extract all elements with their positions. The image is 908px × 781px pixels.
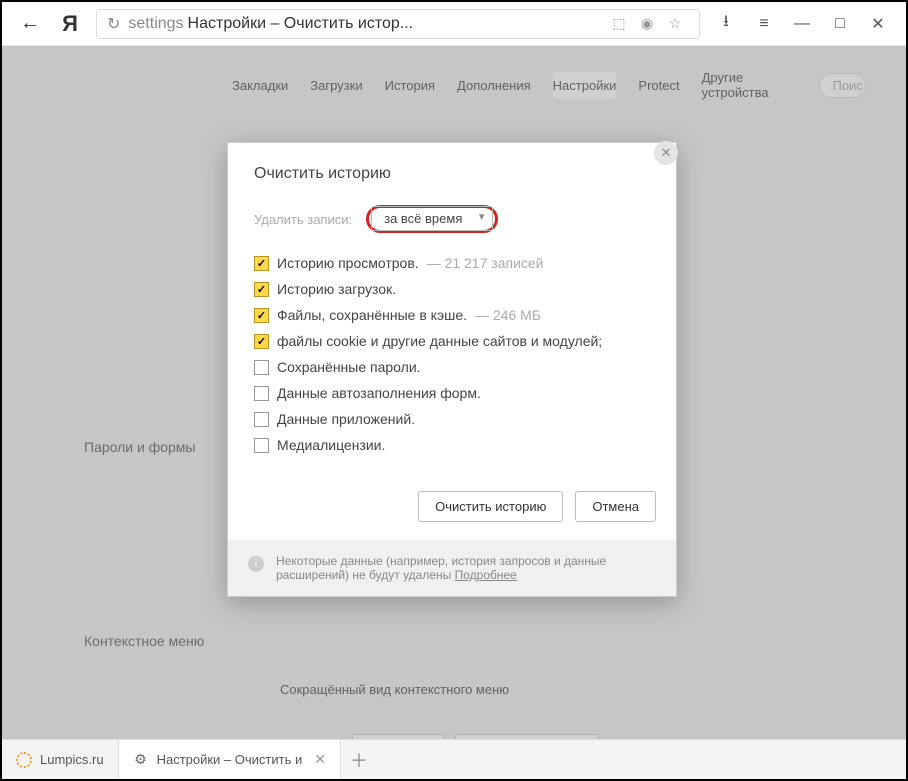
info-icon: i <box>248 556 264 572</box>
note-link[interactable]: Подробнее <box>455 568 517 582</box>
titlebar: ← Я ↻ settings Настройки – Очистить исто… <box>2 2 906 46</box>
downloads-icon[interactable]: ⭳ <box>716 10 736 37</box>
option-label: Файлы, сохранённые в кэше. <box>277 307 467 323</box>
clear-option-7[interactable]: Медиалицензии. <box>254 437 650 453</box>
tab-settings[interactable]: ⚙ Настройки – Очистить и ✕ <box>119 740 341 779</box>
back-button[interactable]: ← <box>10 12 50 35</box>
menu-icon[interactable]: ≡ <box>754 15 774 33</box>
clear-history-dialog: ✕ Очистить историю Удалить записи: за вс… <box>227 142 677 597</box>
delete-records-label: Удалить записи: <box>254 212 352 227</box>
option-label: Медиалицензии. <box>277 437 385 453</box>
dialog-title: Очистить историю <box>254 165 650 183</box>
yandex-logo-icon[interactable]: Я <box>50 11 90 37</box>
checkbox[interactable] <box>254 412 269 427</box>
option-label: Сохранённые пароли. <box>277 359 421 375</box>
url-prefix: settings <box>128 15 183 33</box>
new-tab-button[interactable]: ＋ <box>341 740 377 779</box>
time-range-select[interactable]: за всё время <box>371 206 493 231</box>
tab-lumpics[interactable]: Lumpics.ru <box>2 740 119 779</box>
checkbox[interactable] <box>254 386 269 401</box>
address-bar[interactable]: ↻ settings Настройки – Очистить истор...… <box>96 9 700 39</box>
option-meta: — 246 МБ <box>475 307 541 323</box>
maximize-button[interactable]: □ <box>830 15 850 33</box>
tab-close-button[interactable]: ✕ <box>314 751 326 768</box>
close-button[interactable]: ✕ <box>868 14 888 34</box>
gear-icon: ⚙ <box>133 752 149 768</box>
titlebar-right: ⭳ ≡ ― □ ✕ <box>706 10 898 37</box>
clear-option-2[interactable]: Файлы, сохранённые в кэше. — 246 МБ <box>254 307 650 323</box>
tab-label: Настройки – Очистить и <box>157 752 303 767</box>
option-label: Историю загрузок. <box>277 281 396 297</box>
dialog-close-button[interactable]: ✕ <box>654 141 678 165</box>
checkbox[interactable] <box>254 438 269 453</box>
checkbox[interactable] <box>254 308 269 323</box>
lumpics-favicon-icon <box>16 752 32 768</box>
option-label: Историю просмотров. <box>277 255 419 271</box>
option-label: файлы cookie и другие данные сайтов и мо… <box>277 333 602 349</box>
checkbox[interactable] <box>254 334 269 349</box>
checkbox[interactable] <box>254 360 269 375</box>
minimize-button[interactable]: ― <box>792 15 812 33</box>
reload-icon[interactable]: ↻ <box>107 14 120 34</box>
clear-option-1[interactable]: Историю загрузок. <box>254 281 650 297</box>
option-label: Данные автозаполнения форм. <box>277 385 481 401</box>
cancel-button[interactable]: Отмена <box>575 491 656 522</box>
checkbox[interactable] <box>254 256 269 271</box>
checkbox[interactable] <box>254 282 269 297</box>
clear-option-0[interactable]: Историю просмотров. — 21 217 записей <box>254 255 650 271</box>
option-meta: — 21 217 записей <box>427 255 544 271</box>
option-label: Данные приложений. <box>277 411 415 427</box>
reader-icon[interactable]: ⬚ <box>609 15 629 32</box>
clear-option-4[interactable]: Сохранённые пароли. <box>254 359 650 375</box>
star-icon[interactable]: ☆ <box>665 15 685 32</box>
dialog-note: i Некоторые данные (например, история за… <box>228 540 676 596</box>
highlight-ring: за всё время <box>366 205 498 233</box>
shield-icon[interactable]: ◉ <box>637 15 657 32</box>
note-text: Некоторые данные (например, история запр… <box>276 554 606 582</box>
tab-label: Lumpics.ru <box>40 752 104 767</box>
clear-option-5[interactable]: Данные автозаполнения форм. <box>254 385 650 401</box>
clear-option-3[interactable]: файлы cookie и другие данные сайтов и мо… <box>254 333 650 349</box>
tab-strip: Lumpics.ru ⚙ Настройки – Очистить и ✕ ＋ <box>2 739 906 779</box>
url-suffix: Настройки – Очистить истор... <box>188 15 414 33</box>
clear-option-6[interactable]: Данные приложений. <box>254 411 650 427</box>
clear-history-button[interactable]: Очистить историю <box>418 491 563 522</box>
